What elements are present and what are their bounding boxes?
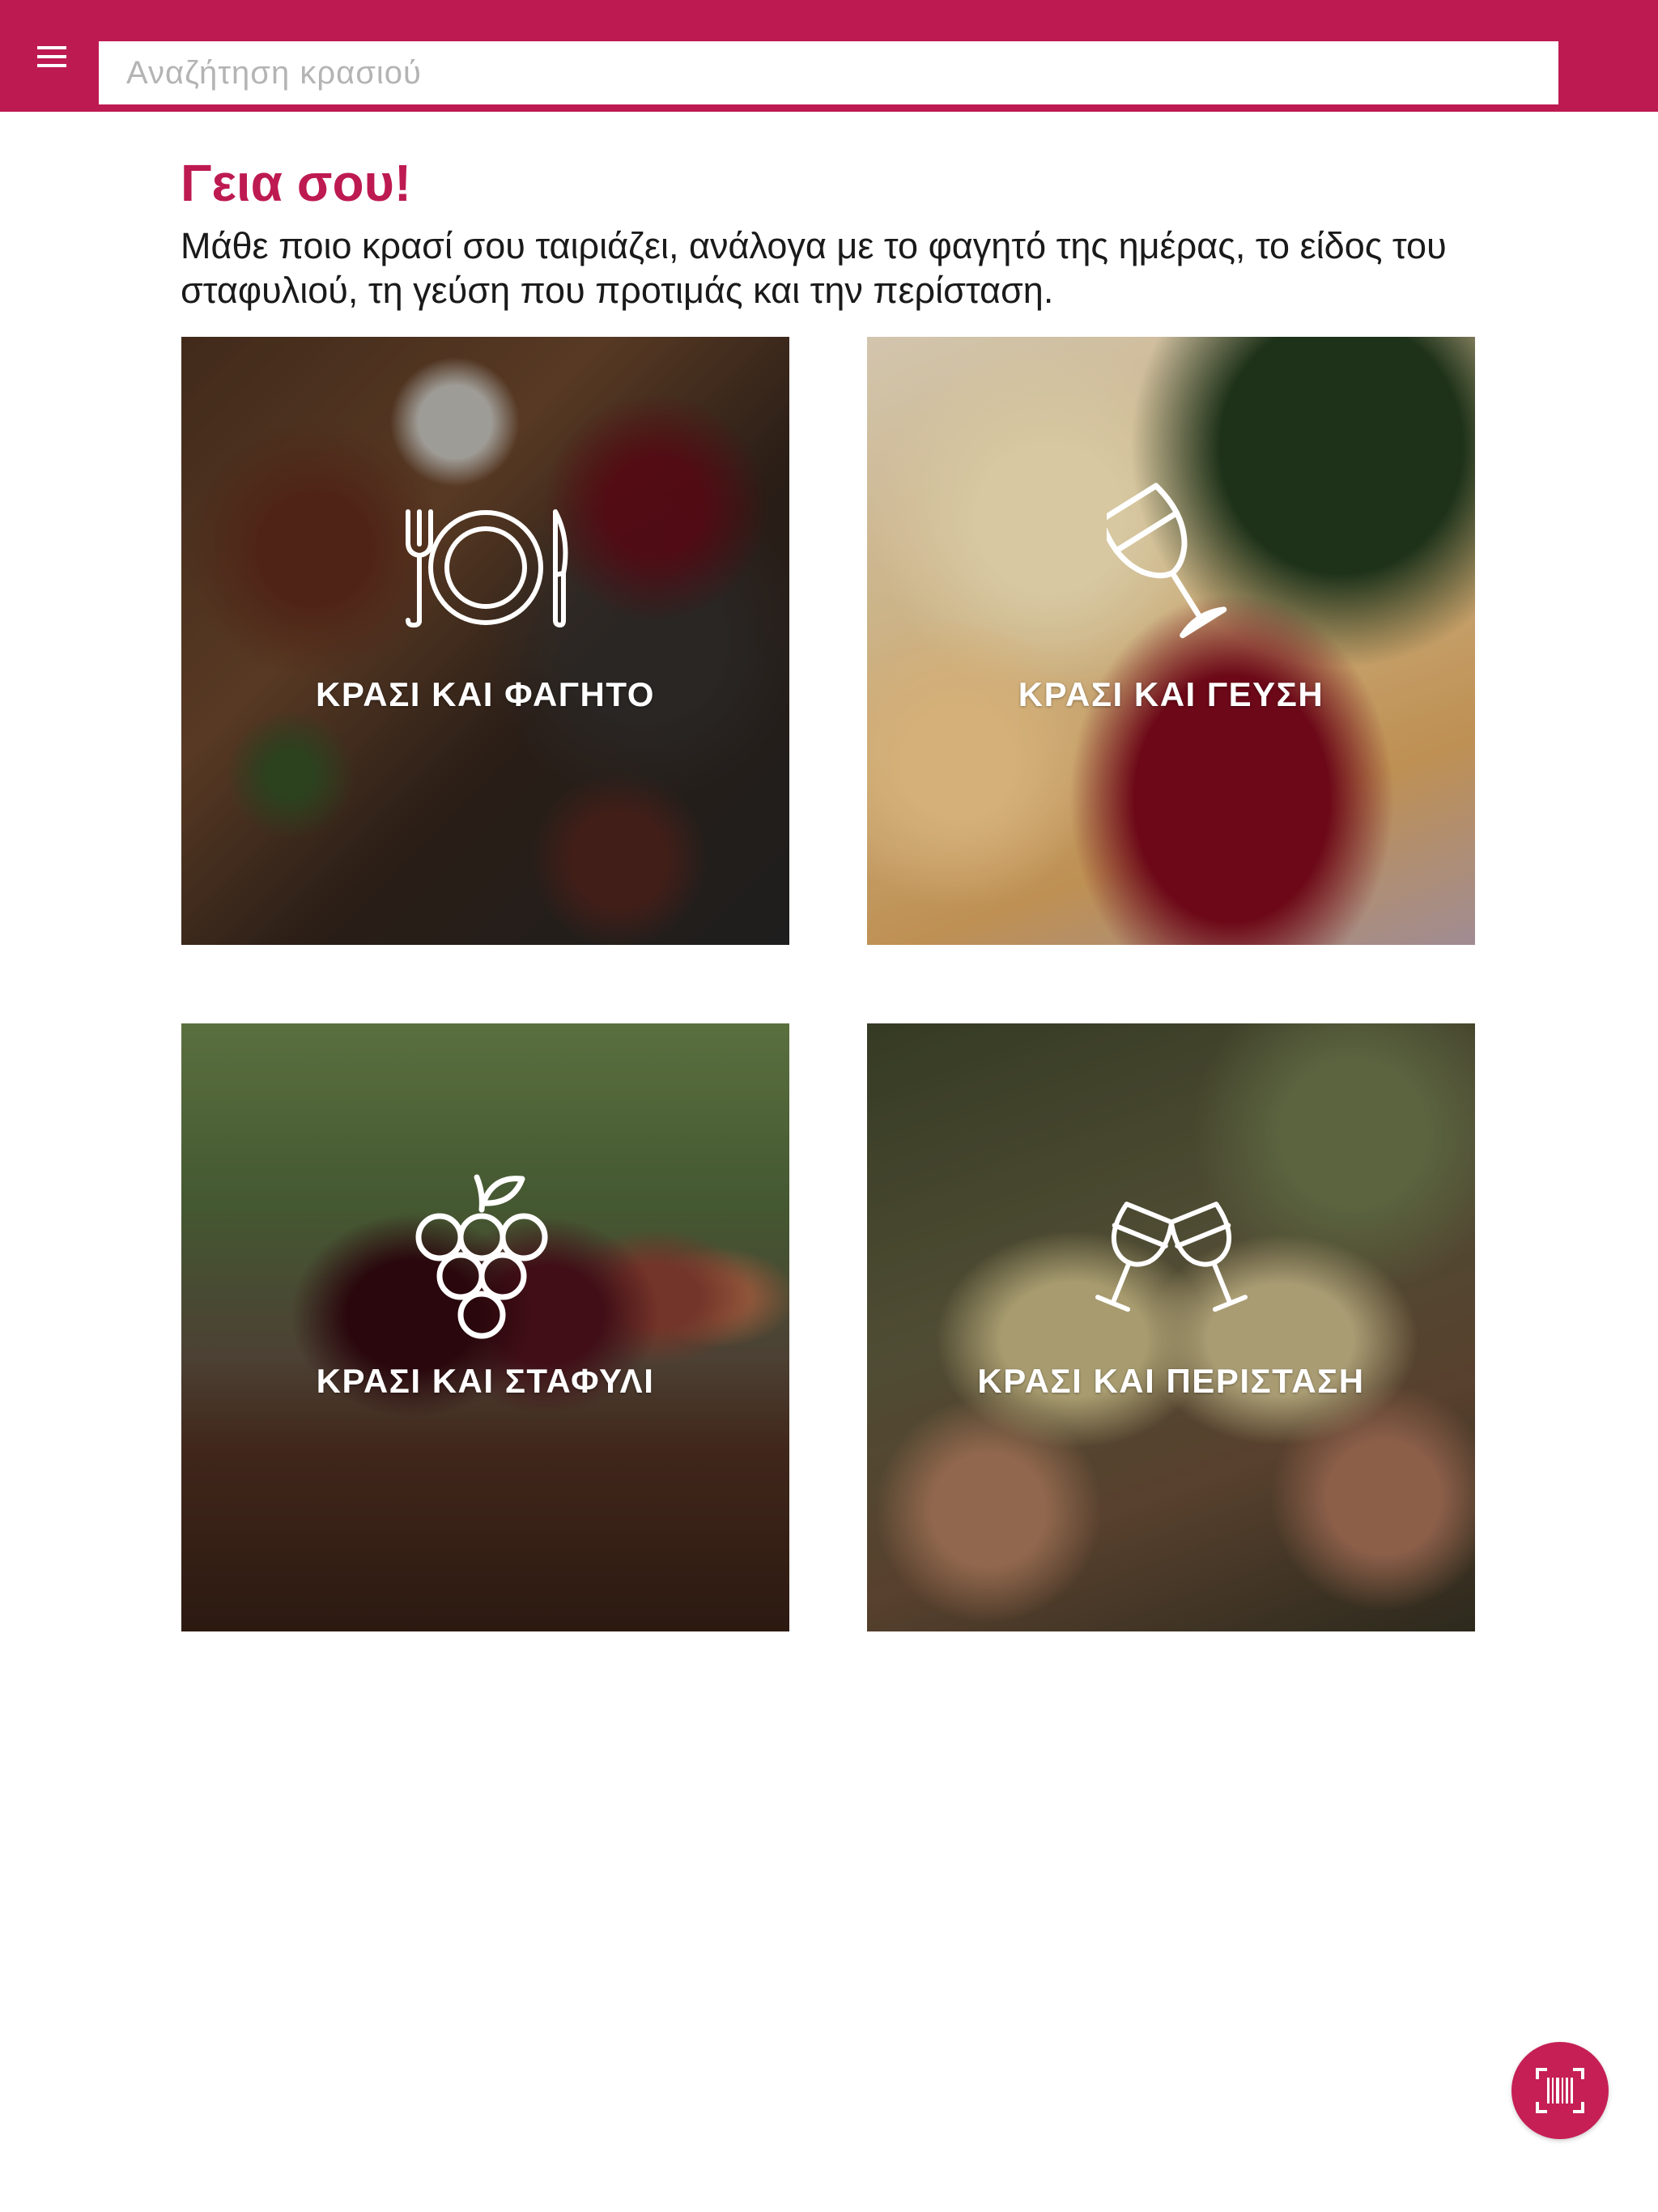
- card-wine-and-occasion[interactable]: ΚΡΑΣΙ ΚΑΙ ΠΕΡΙΣΤΑΣΗ: [867, 1023, 1475, 1631]
- card-wine-and-grape[interactable]: ΚΡΑΣΙ ΚΑΙ ΣΤΑΦΥΛΙ: [181, 1023, 789, 1631]
- card-image-overlay: [181, 337, 789, 945]
- wine-glass-icon: [1106, 483, 1226, 639]
- top-bar: [0, 0, 1658, 112]
- card-wine-and-food[interactable]: ΚΡΑΣΙ ΚΑΙ ΦΑΓΗΤΟ: [181, 337, 789, 945]
- card-label: ΚΡΑΣΙ ΚΑΙ ΣΤΑΦΥΛΙ: [316, 1362, 655, 1400]
- grapes-icon: [415, 1174, 547, 1339]
- card-image-overlay: [867, 1023, 1475, 1631]
- search-input[interactable]: [99, 41, 1558, 104]
- hamburger-menu-icon[interactable]: [23, 37, 81, 76]
- toast-glasses-icon: [1095, 1202, 1248, 1312]
- fork-plate-knife-icon: [405, 509, 568, 627]
- barcode-scan-icon: [1536, 2068, 1584, 2113]
- intro-text: Μάθε ποιο κρασί σου ταιριάζει, ανάλογα μ…: [181, 225, 1447, 311]
- card-wine-and-taste[interactable]: ΚΡΑΣΙ ΚΑΙ ΓΕΥΣΗ: [867, 337, 1475, 945]
- barcode-scan-button[interactable]: [1511, 2042, 1609, 2139]
- card-label: ΚΡΑΣΙ ΚΑΙ ΓΕΥΣΗ: [1018, 675, 1324, 713]
- card-label: ΚΡΑΣΙ ΚΑΙ ΦΑΓΗΤΟ: [316, 675, 655, 713]
- greeting-heading: Γεια σου!: [181, 154, 412, 212]
- card-label: ΚΡΑΣΙ ΚΑΙ ΠΕΡΙΣΤΑΣΗ: [977, 1362, 1365, 1400]
